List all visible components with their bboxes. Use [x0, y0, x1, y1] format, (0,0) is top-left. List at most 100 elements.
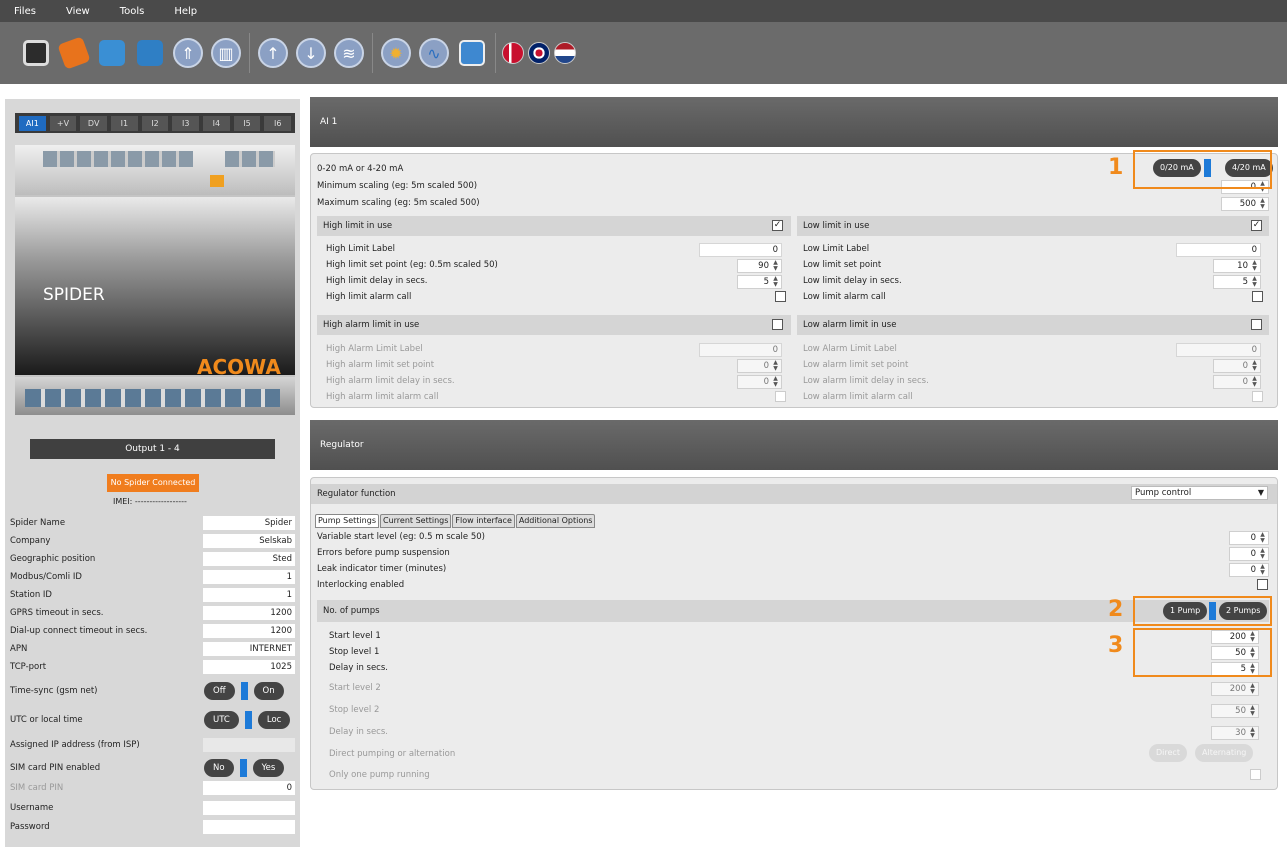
toggle-switch[interactable]: [244, 711, 252, 729]
spider-icon-button[interactable]: [56, 35, 92, 71]
ai-settings-panel: 0-20 mA or 4-20 mA 0/20 mA 4/20 mA Minim…: [310, 153, 1278, 408]
arrow-down-button[interactable]: ↓: [293, 35, 329, 71]
tab-ai1[interactable]: AI1: [19, 115, 46, 131]
wireless-button[interactable]: ≋: [331, 35, 367, 71]
arrow-up-button[interactable]: ↑: [255, 35, 291, 71]
device-icon-button[interactable]: [18, 35, 54, 71]
max-scaling-input[interactable]: 500 ▲ ▼: [1221, 197, 1269, 211]
connection-status-badge: No Spider Connected: [107, 474, 199, 492]
company-input[interactable]: Selskab: [203, 534, 295, 548]
menu-help[interactable]: Help: [174, 6, 197, 17]
field-spider-name: Spider Name Spider: [10, 514, 295, 532]
book-button[interactable]: ▥: [208, 35, 244, 71]
start-level-2-input: 200 ▲ ▼: [1211, 682, 1259, 696]
tab-i6[interactable]: I6: [264, 115, 292, 131]
low-alarm-setpoint-label: Low alarm limit set point: [803, 360, 909, 370]
tcp-port-input[interactable]: 1025: [203, 660, 295, 674]
spinner-icon[interactable]: ▲ ▼: [1258, 564, 1267, 576]
timesync-on[interactable]: On: [253, 682, 284, 700]
tab-plus-v[interactable]: +V: [49, 115, 77, 131]
tab-pump-settings[interactable]: Pump Settings: [315, 514, 379, 528]
signal-button[interactable]: ∿: [416, 35, 452, 71]
utc-toggle[interactable]: UTC Loc: [204, 711, 291, 729]
menu-bar: Files View Tools Help: [0, 0, 1287, 22]
gprs-timeout-input[interactable]: 1200: [203, 606, 295, 620]
menu-files[interactable]: Files: [14, 6, 36, 17]
utc-option[interactable]: UTC: [204, 711, 239, 729]
menu-view[interactable]: View: [66, 6, 90, 17]
tab-flow-interface[interactable]: Flow interface: [452, 514, 515, 528]
low-alarm-call-label: Low alarm limit alarm call: [803, 392, 913, 402]
field-station-id: Station ID 1: [10, 586, 295, 604]
input-tabs: AI1 +V DV I1 I2 I3 I4 I5 I6: [15, 113, 295, 133]
tab-i4[interactable]: I4: [203, 115, 230, 131]
pumps-bar: No. of pumps: [317, 600, 1269, 622]
field-timesync: Time-sync (gsm net) Off On: [10, 682, 295, 700]
high-limit-bar: High limit in use: [317, 216, 791, 236]
simpin-no[interactable]: No: [204, 759, 234, 777]
simpin-toggle[interactable]: No Yes: [204, 759, 285, 777]
spinner-icon[interactable]: ▲ ▼: [1258, 532, 1267, 544]
spinner-icon[interactable]: ▲ ▼: [1258, 198, 1267, 210]
high-delay-input[interactable]: 5 ▲ ▼: [737, 275, 782, 289]
settings-button[interactable]: ✹: [378, 35, 414, 71]
assigned-ip-input: [203, 738, 295, 752]
simpin-yes[interactable]: Yes: [252, 759, 285, 777]
output-bar[interactable]: Output 1 - 4: [30, 439, 275, 459]
tab-i3[interactable]: I3: [172, 115, 200, 131]
device-bottom-terminals: [15, 377, 295, 415]
local-option[interactable]: Loc: [257, 711, 291, 729]
password-input[interactable]: [203, 820, 295, 834]
low-limit-label-input[interactable]: 0: [1176, 243, 1261, 257]
tab-dv[interactable]: DV: [80, 115, 108, 131]
station-id-input[interactable]: 1: [203, 588, 295, 602]
high-limit-label: High Limit Label: [326, 244, 395, 254]
interlock-checkbox[interactable]: [1257, 579, 1268, 590]
toggle-switch[interactable]: [240, 682, 248, 700]
spinner-icon[interactable]: ▲ ▼: [1250, 260, 1259, 272]
spinner-icon[interactable]: ▲ ▼: [771, 276, 780, 288]
menu-tools[interactable]: Tools: [120, 6, 145, 17]
min-scaling-label: Minimum scaling (eg: 5m scaled 500): [317, 181, 478, 191]
low-alarm-limit-checkbox[interactable]: [1251, 319, 1262, 330]
tab-current-settings[interactable]: Current Settings: [379, 514, 452, 528]
high-limit-label-input[interactable]: 0: [699, 243, 782, 257]
high-limit-checkbox[interactable]: ✓: [772, 220, 783, 231]
low-setpoint-input[interactable]: 10 ▲ ▼: [1213, 259, 1261, 273]
spinner-icon[interactable]: ▲ ▼: [1250, 276, 1259, 288]
low-limit-checkbox[interactable]: ✓: [1251, 220, 1262, 231]
field-geo-position: Geographic position Sted: [10, 550, 295, 568]
edit-button[interactable]: [454, 35, 490, 71]
modbus-id-input[interactable]: 1: [203, 570, 295, 584]
apn-input[interactable]: INTERNET: [203, 642, 295, 656]
open-folder-button[interactable]: [94, 35, 130, 71]
high-alarm-limit-checkbox[interactable]: [772, 319, 783, 330]
regulator-function-select[interactable]: Pump control ▼: [1131, 486, 1268, 500]
timesync-off[interactable]: Off: [204, 682, 235, 700]
tab-i2[interactable]: I2: [141, 115, 169, 131]
toggle-switch[interactable]: [239, 759, 247, 777]
var-start-input[interactable]: 0 ▲ ▼: [1229, 531, 1269, 545]
lang-dutch-button[interactable]: [553, 35, 577, 71]
tab-additional-options[interactable]: Additional Options: [515, 514, 596, 528]
high-alarm-call-checkbox[interactable]: [775, 291, 786, 302]
lang-danish-button[interactable]: [501, 35, 525, 71]
lang-english-button[interactable]: [527, 35, 551, 71]
errors-input[interactable]: 0 ▲ ▼: [1229, 547, 1269, 561]
spinner-icon[interactable]: ▲ ▼: [771, 260, 780, 272]
geo-position-input[interactable]: Sted: [203, 552, 295, 566]
high-setpoint-input[interactable]: 90 ▲ ▼: [737, 259, 782, 273]
low-alarm-call-checkbox[interactable]: [1252, 291, 1263, 302]
spinner-icon: ▲ ▼: [1250, 704, 1255, 717]
dialup-timeout-input[interactable]: 1200: [203, 624, 295, 638]
tab-i5[interactable]: I5: [233, 115, 261, 131]
username-input[interactable]: [203, 801, 295, 815]
folder-button[interactable]: [132, 35, 168, 71]
spider-name-input[interactable]: Spider: [203, 516, 295, 530]
leak-input[interactable]: 0 ▲ ▼: [1229, 563, 1269, 577]
low-delay-input[interactable]: 5 ▲ ▼: [1213, 275, 1261, 289]
tab-i1[interactable]: I1: [111, 115, 138, 131]
spinner-icon[interactable]: ▲ ▼: [1258, 548, 1267, 560]
upload-button[interactable]: ⇑: [170, 35, 206, 71]
timesync-toggle[interactable]: Off On: [204, 682, 284, 700]
